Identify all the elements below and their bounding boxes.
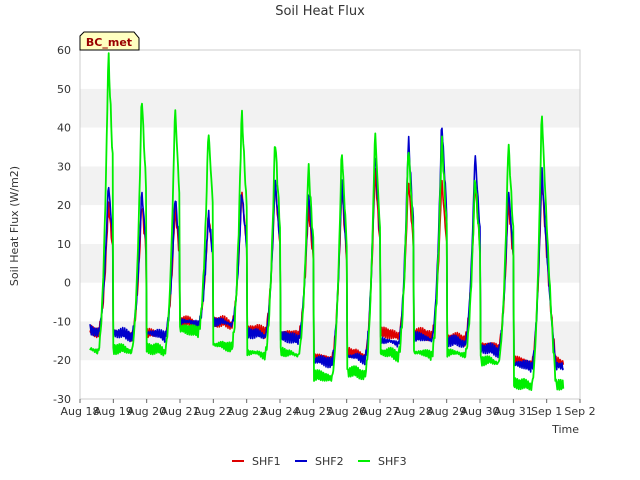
grid-band [80,88,580,128]
chart-title: Soil Heat Flux [275,4,365,19]
x-axis-label: Time [551,423,579,436]
y-tick-label: 20 [57,199,71,212]
grid-band [80,166,580,206]
x-tick-label: Aug 31 [494,405,533,418]
legend: SHF1 SHF2 SHF3 [232,455,407,468]
y-tick-label: 60 [57,44,71,57]
y-tick-label: 30 [57,160,71,173]
legend-label-shf2: SHF2 [315,455,344,468]
legend-label-shf3: SHF3 [378,455,407,468]
y-tick-label: -10 [53,315,71,328]
y-tick-label: 40 [57,122,71,135]
x-tick-label: Sep 2 [564,405,595,418]
soil-heat-flux-chart: -30-20-100102030405060 Aug 18Aug 19Aug 2… [8,4,596,468]
y-tick-label: -20 [53,354,71,367]
station-label-box: BC_met [79,31,140,51]
y-axis-label: Soil Heat Flux (W/m2) [8,166,21,286]
x-axis-ticks: Aug 18Aug 19Aug 20Aug 21Aug 22Aug 23Aug … [61,399,596,418]
grid-band [80,127,580,167]
station-label: BC_met [86,36,132,49]
grid-band [80,50,580,89]
y-tick-label: 10 [57,238,71,251]
y-tick-label: 0 [64,277,71,290]
legend-label-shf1: SHF1 [252,455,281,468]
y-axis-ticks: -30-20-100102030405060 [53,44,71,406]
x-tick-label: Sep 1 [531,405,562,418]
y-tick-label: 50 [57,83,71,96]
